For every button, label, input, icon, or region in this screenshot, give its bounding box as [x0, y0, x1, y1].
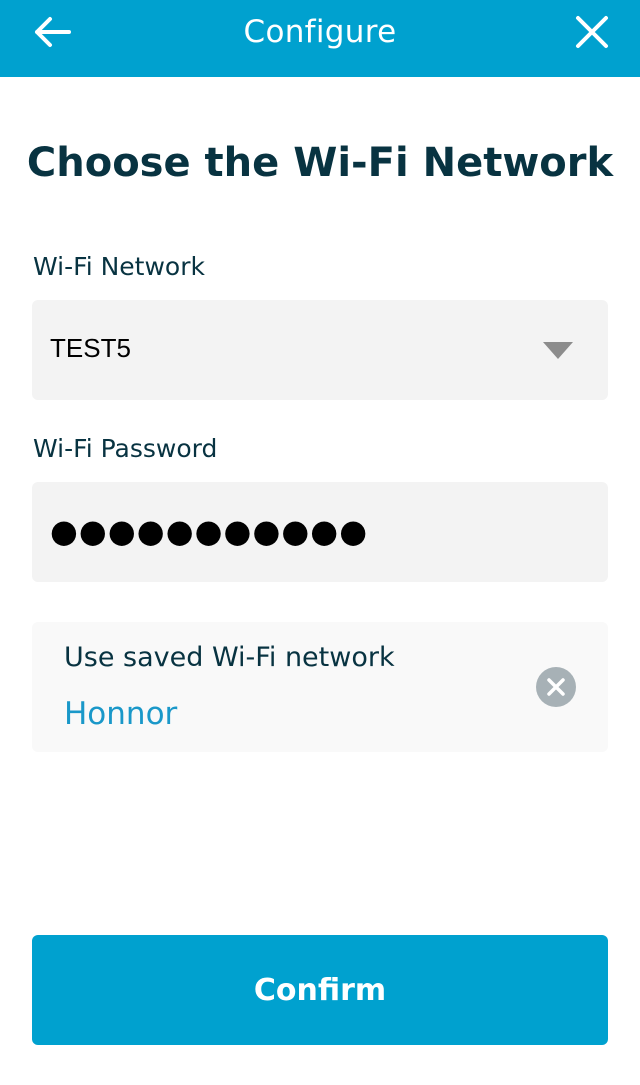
clear-icon [547, 678, 565, 696]
clear-saved-network-button[interactable] [536, 667, 576, 707]
caret-down-icon [543, 342, 573, 359]
wifi-network-label: Wi-Fi Network [33, 252, 205, 281]
header-title: Configure [243, 14, 397, 50]
wifi-password-label: Wi-Fi Password [33, 434, 218, 463]
page-title: Choose the Wi-Fi Network [26, 140, 614, 186]
close-button[interactable] [572, 12, 612, 52]
wifi-network-value: TEST5 [50, 333, 131, 363]
wifi-password-field[interactable]: ●●●●●●●●●●● [32, 482, 608, 582]
saved-network-label: Use saved Wi-Fi network [64, 642, 395, 673]
wifi-network-dropdown[interactable]: TEST5 [32, 300, 608, 400]
confirm-button[interactable]: Confirm [32, 935, 608, 1045]
top-bar: Configure [0, 0, 640, 77]
saved-network-name: Honnor [64, 696, 178, 732]
close-icon [576, 16, 608, 48]
saved-network-card[interactable]: Use saved Wi-Fi network Honnor [32, 622, 608, 752]
wifi-password-value: ●●●●●●●●●●● [50, 512, 369, 550]
